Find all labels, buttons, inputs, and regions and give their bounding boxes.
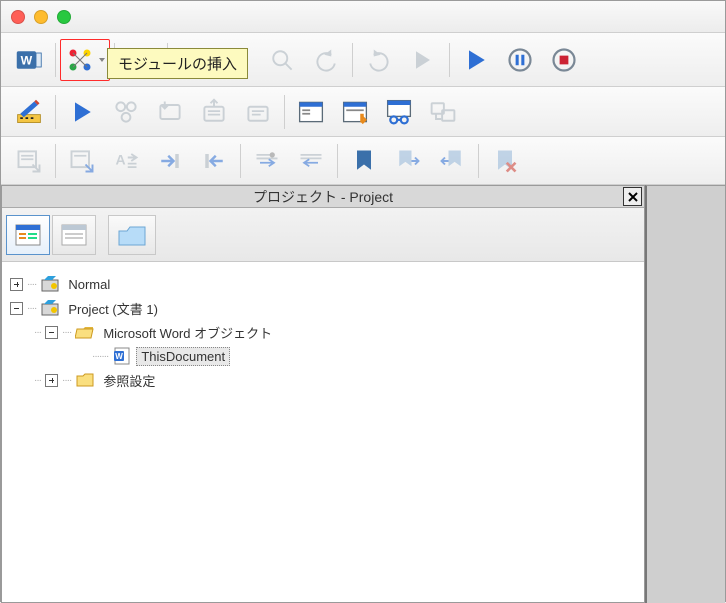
compile-button[interactable] [104, 91, 148, 133]
project-icon [40, 274, 60, 294]
find-button[interactable] [260, 39, 304, 81]
view-object-button[interactable] [52, 215, 96, 255]
pause-button[interactable] [498, 39, 542, 81]
toolbar-debug [1, 87, 725, 137]
traffic-zoom[interactable] [57, 10, 71, 24]
step-out-button[interactable] [236, 91, 280, 133]
project-tree[interactable]: ···· Normal ···· Project (文書 1) ··· ···· [2, 262, 644, 602]
separator [478, 144, 479, 178]
word-app-icon[interactable]: W [7, 39, 51, 81]
expand-icon[interactable] [10, 278, 23, 291]
redo-button[interactable] [357, 39, 401, 81]
separator [284, 95, 285, 129]
project-icon [40, 298, 60, 318]
run-button[interactable] [454, 39, 498, 81]
expand-icon[interactable] [45, 374, 58, 387]
tree-node-references[interactable]: ··· ···· 参照設定 [34, 368, 636, 392]
toggle-folders-button[interactable] [108, 215, 156, 255]
list-properties-button[interactable] [7, 140, 51, 182]
tree-node-normal[interactable]: ···· Normal [10, 272, 636, 296]
svg-text:W: W [21, 53, 33, 67]
view-code-button[interactable] [6, 215, 50, 255]
breakpoint-button[interactable] [245, 140, 289, 182]
mdi-empty-area [645, 185, 725, 603]
project-panel-titlebar: プロジェクト - Project [2, 186, 644, 208]
collapse-icon[interactable] [10, 302, 23, 315]
design-mode-button[interactable] [7, 91, 51, 133]
clear-bookmarks-button[interactable] [483, 140, 527, 182]
step-over-button[interactable] [192, 91, 236, 133]
tree-label: Normal [64, 276, 114, 293]
insert-module-button[interactable] [62, 41, 98, 79]
traffic-close[interactable] [11, 10, 25, 24]
run-macro-button[interactable] [60, 91, 104, 133]
toolbar-main: W モジュールの挿入 [1, 33, 725, 87]
project-panel-close-button[interactable] [623, 187, 642, 206]
tooltip-insert-module: モジュールの挿入 [107, 48, 248, 79]
separator [449, 43, 450, 77]
next-bookmark-button[interactable] [386, 140, 430, 182]
insert-module-dropdown[interactable] [98, 56, 106, 64]
svg-text:W: W [116, 352, 124, 361]
comment-block-button[interactable] [289, 140, 333, 182]
outdent-button[interactable] [192, 140, 236, 182]
window-titlebar [1, 1, 725, 33]
traffic-minimize[interactable] [34, 10, 48, 24]
toolbox-button[interactable] [421, 91, 465, 133]
project-panel-toolbar [2, 208, 644, 262]
separator [240, 144, 241, 178]
indent-button[interactable] [148, 140, 192, 182]
collapse-icon[interactable] [45, 326, 58, 339]
svg-text:A: A [116, 151, 126, 167]
quick-info-button[interactable]: A [104, 140, 148, 182]
project-explorer-button[interactable] [289, 91, 333, 133]
separator [352, 43, 353, 77]
separator [55, 95, 56, 129]
undo-button[interactable] [304, 39, 348, 81]
project-panel-title: プロジェクト - Project [253, 187, 393, 207]
folder-open-icon [75, 322, 95, 342]
separator [55, 43, 56, 77]
separator [337, 144, 338, 178]
continue-button[interactable] [401, 39, 445, 81]
prev-bookmark-button[interactable] [430, 140, 474, 182]
separator [55, 144, 56, 178]
tree-label: Microsoft Word オブジェクト [99, 322, 276, 343]
word-document-icon: W [112, 346, 132, 366]
tree-label-selected: ThisDocument [136, 347, 230, 366]
step-into-button[interactable] [148, 91, 192, 133]
toolbar-edit: A [1, 137, 725, 185]
toggle-bookmark-button[interactable] [342, 140, 386, 182]
project-explorer-panel: プロジェクト - Project ···· [1, 185, 645, 603]
tree-label: 参照設定 [99, 370, 159, 391]
properties-window-button[interactable] [333, 91, 377, 133]
object-browser-button[interactable] [377, 91, 421, 133]
folder-icon [75, 370, 95, 390]
insert-module-button-group: モジュールの挿入 [60, 39, 110, 81]
tree-node-objects-folder[interactable]: ··· ···· Microsoft Word オブジェクト [34, 320, 636, 344]
stop-button[interactable] [542, 39, 586, 81]
tree-label: Project (文書 1) [64, 298, 162, 319]
tree-node-thisdocument[interactable]: ······· W ThisDocument [92, 344, 636, 368]
tree-node-project[interactable]: ···· Project (文書 1) [10, 296, 636, 320]
workspace: プロジェクト - Project ···· [1, 185, 725, 603]
list-constants-button[interactable] [60, 140, 104, 182]
